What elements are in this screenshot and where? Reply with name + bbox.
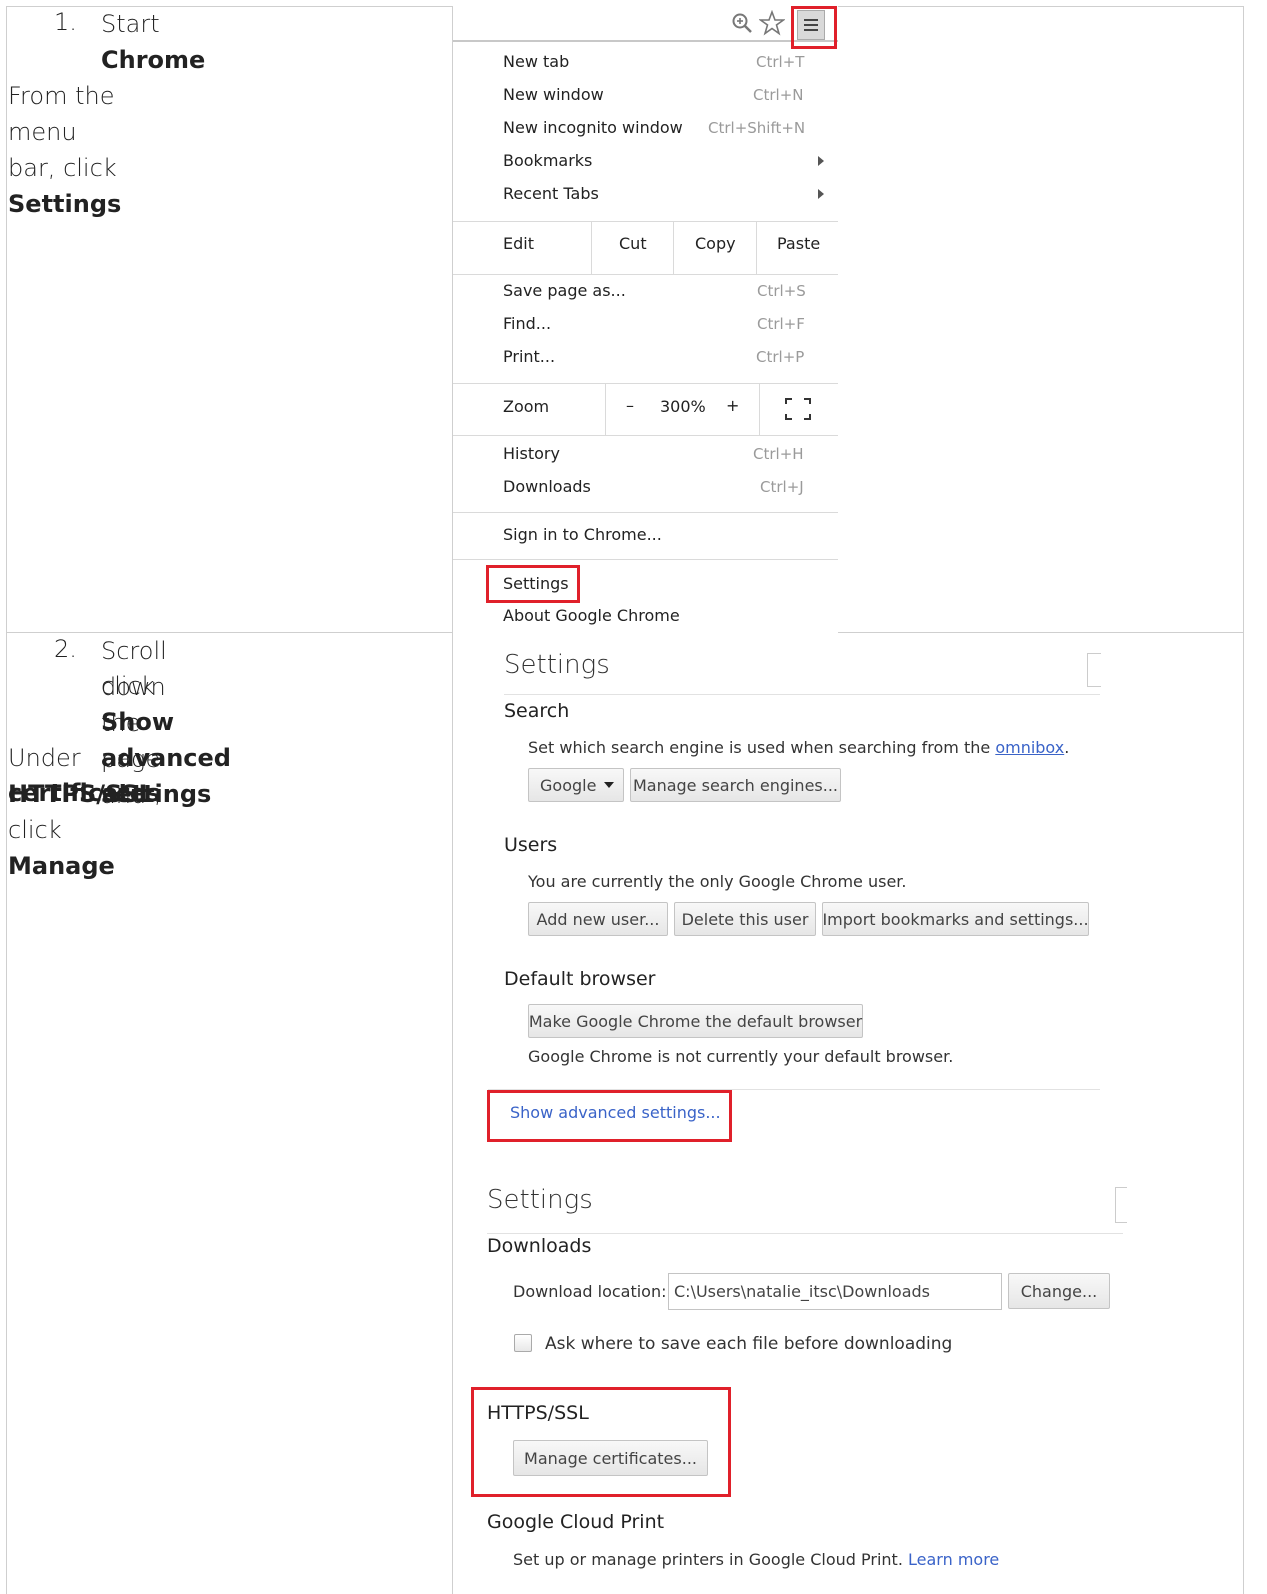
table-border-left — [6, 6, 7, 1594]
shortcut-save-page: Ctrl+S — [757, 282, 806, 300]
make-default-browser-button[interactable]: Make Google Chrome the default browser — [528, 1004, 863, 1038]
menu-item-bookmarks[interactable]: Bookmarks — [503, 151, 592, 170]
menu-item-recent-tabs[interactable]: Recent Tabs — [503, 184, 599, 203]
ask-where-to-save-label: Ask where to save each file before downl… — [545, 1334, 953, 1354]
menu-item-save-page[interactable]: Save page as... — [503, 281, 626, 300]
menu-separator — [453, 221, 838, 222]
step-title: Start Chrome — [101, 10, 206, 74]
change-download-location-button[interactable]: Change... — [1008, 1273, 1110, 1309]
zoom-row-divider — [759, 383, 760, 435]
menu-item-cut[interactable]: Cut — [619, 234, 647, 253]
step-description: From the menu bar, click Settings — [8, 82, 122, 218]
https-highlight-box — [471, 1387, 731, 1497]
menu-item-zoom: Zoom — [503, 397, 550, 416]
menu-item-history[interactable]: History — [503, 444, 560, 463]
default-browser-status: Google Chrome is not currently your defa… — [528, 1047, 954, 1066]
zoom-level: 300% — [660, 397, 706, 416]
search-heading: Search — [504, 700, 570, 722]
shortcut-print: Ctrl+P — [756, 348, 805, 366]
show-advanced-highlight-box — [487, 1090, 732, 1142]
omnibox-link[interactable]: omnibox — [995, 738, 1064, 757]
submenu-arrow-icon — [818, 156, 824, 166]
menu-item-new-tab[interactable]: New tab — [503, 52, 569, 71]
download-location-field[interactable]: C:\Users\natalie_itsc\Downloads — [668, 1273, 1002, 1310]
menu-item-paste[interactable]: Paste — [777, 234, 820, 253]
menu-separator — [453, 512, 838, 513]
zoom-out-button[interactable]: – — [626, 396, 634, 415]
users-description: You are currently the only Google Chrome… — [528, 872, 907, 891]
shortcut-new-window: Ctrl+N — [753, 86, 804, 104]
settings-search-box[interactable] — [1115, 1187, 1127, 1223]
star-icon[interactable] — [759, 10, 785, 36]
title-underline — [487, 1233, 1123, 1234]
menu-item-new-incognito[interactable]: New incognito window — [503, 118, 683, 137]
menu-item-edit: Edit — [503, 234, 534, 253]
shortcut-new-incognito: Ctrl+Shift+N — [708, 119, 806, 137]
zoom-row-divider — [605, 383, 606, 435]
menu-item-copy[interactable]: Copy — [695, 234, 736, 253]
edit-row-divider — [591, 221, 592, 274]
zoom-icon[interactable] — [731, 12, 753, 34]
menu-item-sign-in[interactable]: Sign in to Chrome... — [503, 525, 662, 544]
manage-search-engines-button[interactable]: Manage search engines... — [630, 768, 841, 802]
menu-separator — [453, 274, 838, 275]
menu-separator — [453, 435, 838, 436]
chrome-menu-screenshot: New tab Ctrl+T New window Ctrl+N New inc… — [453, 6, 838, 633]
title-underline — [504, 694, 1100, 695]
settings-search-box[interactable] — [1087, 653, 1101, 687]
downloads-heading: Downloads — [487, 1235, 592, 1257]
search-engine-select[interactable]: Google — [528, 768, 624, 802]
fullscreen-icon[interactable] — [785, 398, 811, 420]
cloud-print-description: Set up or manage printers in Google Clou… — [513, 1550, 1000, 1569]
step-description-line2: certificates — [8, 779, 161, 807]
settings-title: Settings — [504, 650, 610, 680]
shortcut-find: Ctrl+F — [757, 315, 805, 333]
dropdown-arrow-icon — [604, 782, 614, 788]
hamburger-highlight-box — [791, 6, 837, 49]
submenu-arrow-icon — [818, 189, 824, 199]
cloud-print-heading: Google Cloud Print — [487, 1511, 665, 1533]
table-border-right — [1243, 6, 1244, 633]
download-location-label: Download location: — [513, 1282, 667, 1301]
menu-item-print[interactable]: Print... — [503, 347, 555, 366]
step-description: Under HTTPS/SSL, click Manage — [8, 744, 162, 880]
menu-separator — [453, 559, 838, 560]
edit-row-divider — [756, 221, 757, 274]
menu-item-find[interactable]: Find... — [503, 314, 551, 333]
ask-where-to-save-checkbox[interactable] — [514, 1334, 532, 1352]
shortcut-downloads: Ctrl+J — [760, 478, 804, 496]
users-heading: Users — [504, 834, 558, 856]
shortcut-history: Ctrl+H — [753, 445, 804, 463]
step-number: 1. — [54, 8, 77, 36]
import-bookmarks-button[interactable]: Import bookmarks and settings... — [822, 902, 1089, 936]
search-description: Set which search engine is used when sea… — [528, 738, 1070, 757]
settings-highlight-box — [486, 565, 580, 603]
menu-item-downloads[interactable]: Downloads — [503, 477, 591, 496]
zoom-in-button[interactable]: + — [726, 396, 739, 415]
add-new-user-button[interactable]: Add new user... — [528, 902, 668, 936]
edit-row-divider — [673, 221, 674, 274]
menu-item-new-window[interactable]: New window — [503, 85, 604, 104]
table-border-right-2 — [1243, 633, 1244, 1594]
default-browser-heading: Default browser — [504, 968, 656, 990]
menu-separator — [453, 383, 838, 384]
menu-item-about[interactable]: About Google Chrome — [503, 606, 680, 625]
shortcut-new-tab: Ctrl+T — [756, 53, 805, 71]
step-number: 2. — [54, 635, 77, 663]
delete-user-button[interactable]: Delete this user — [674, 902, 816, 936]
settings-title: Settings — [487, 1185, 593, 1215]
learn-more-link[interactable]: Learn more — [908, 1550, 999, 1569]
